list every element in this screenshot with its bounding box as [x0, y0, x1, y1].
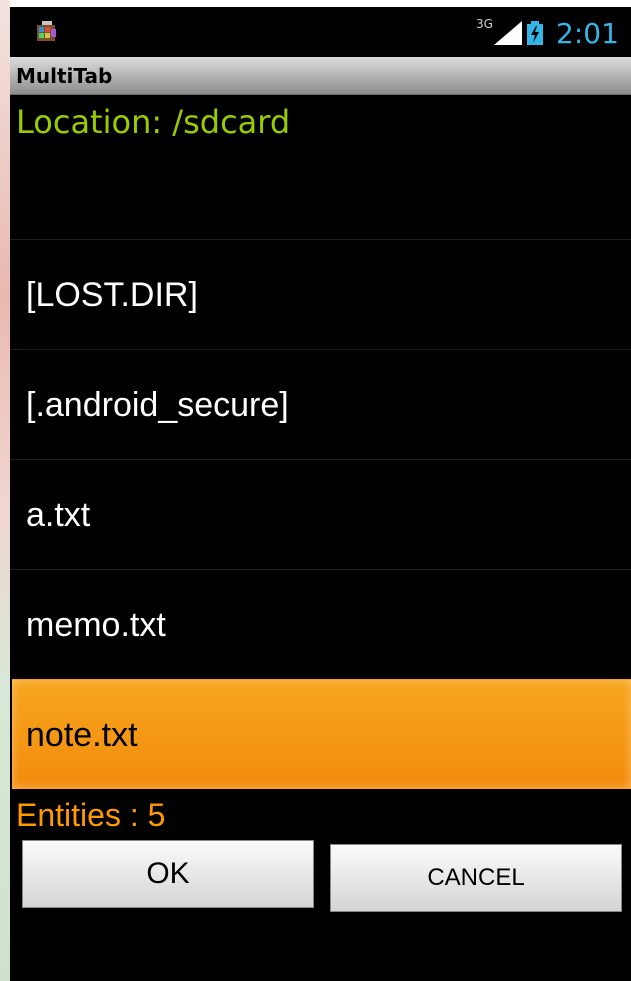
file-list-item[interactable]: [LOST.DIR]	[10, 239, 631, 349]
title-bar: MultiTab	[10, 57, 631, 95]
clock: 2:01	[556, 17, 619, 50]
file-list-item[interactable]: memo.txt	[10, 569, 631, 679]
file-list-item[interactable]: a.txt	[10, 459, 631, 569]
app-title: MultiTab	[16, 64, 113, 88]
file-name: a.txt	[26, 496, 91, 534]
file-name: memo.txt	[26, 606, 166, 644]
signal-icon	[494, 21, 522, 45]
app-notification-icon	[37, 21, 56, 41]
ok-button[interactable]: OK	[22, 840, 314, 908]
file-name: note.txt	[26, 716, 138, 754]
cancel-button[interactable]: CANCEL	[330, 844, 622, 912]
background-edge	[0, 0, 10, 981]
file-list: [LOST.DIR] [.android_secure] a.txt memo.…	[10, 239, 631, 789]
network-type-label: 3G	[476, 17, 493, 31]
entities-count: Entities : 5	[16, 797, 166, 833]
location-label: Location: /sdcard	[16, 103, 291, 141]
file-name: [LOST.DIR]	[26, 276, 198, 314]
battery-charging-icon	[527, 21, 543, 45]
phone-screen: 3G 2:01 MultiTab Location: /sdcard [LOST…	[10, 7, 631, 981]
status-bar: 3G 2:01	[10, 7, 631, 57]
file-list-item[interactable]: [.android_secure]	[10, 349, 631, 459]
file-list-item-selected[interactable]: note.txt	[12, 679, 631, 789]
file-name: [.android_secure]	[26, 386, 289, 424]
